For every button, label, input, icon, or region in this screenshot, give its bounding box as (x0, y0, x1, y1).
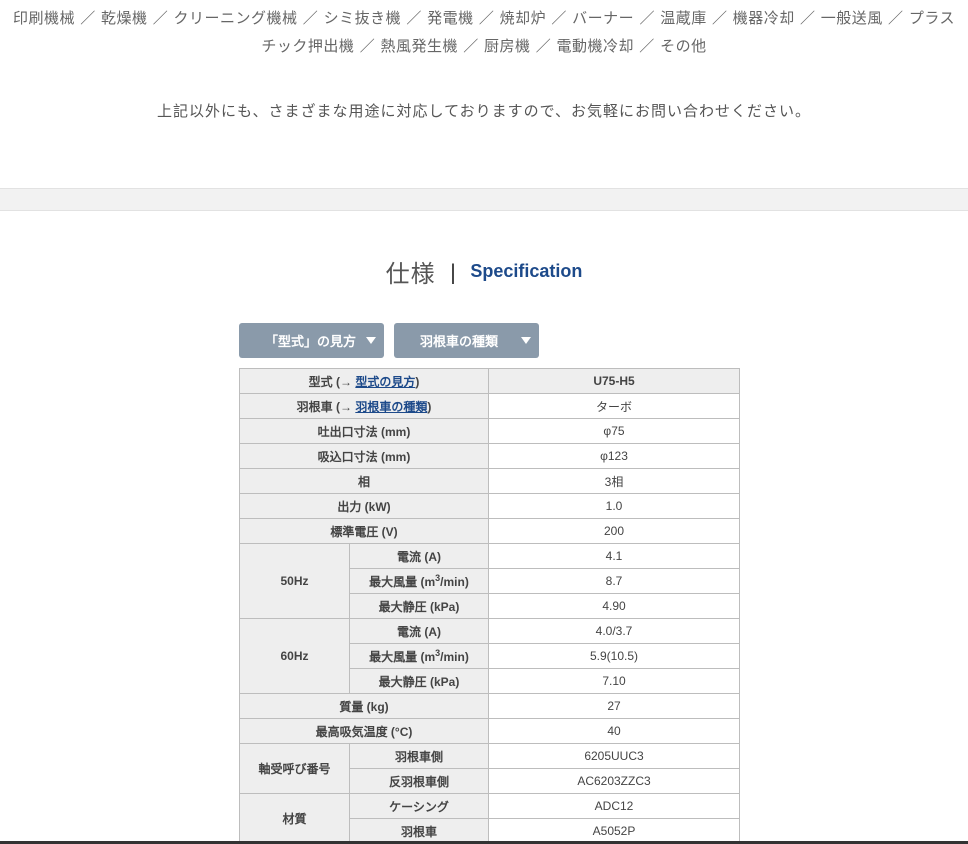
contact-note: 上記以外にも、さまざまな用途に対応しておりますので、お気軽にお問い合わせください… (156, 102, 812, 120)
model-guide-label: 「型式」の見方 (265, 335, 357, 350)
spec-label-impeller: 羽根車 (→ 羽根車の種類) (239, 393, 489, 419)
spec-row-bearing-impeller: 軸受呼び番号 羽根車側 6205UUC3 (239, 743, 740, 794)
spec-row-model: 型式 (→ 型式の見方) U75-H5 (239, 368, 740, 394)
spec-label-bearing-opposite: 反羽根車側 (349, 768, 489, 794)
spec-label-material-impeller: 羽根車 (349, 818, 489, 844)
spec-value-60hz-pressure: 7.10 (488, 668, 740, 694)
spec-row-voltage: 標準電圧 (V) 200 (239, 518, 740, 544)
spec-value-mass: 27 (488, 693, 740, 719)
spec-value-outlet: φ75 (488, 418, 740, 444)
spec-label-model: 型式 (→ 型式の見方) (239, 368, 489, 394)
spec-group-60hz: 60Hz (239, 618, 350, 694)
spec-label-temp: 最高吸気温度 (°C) (239, 718, 489, 744)
dropdown-buttons: 「型式」の見方 羽根車の種類 (239, 323, 539, 358)
spec-value-voltage: 200 (488, 518, 740, 544)
spec-value-output: 1.0 (488, 493, 740, 519)
spec-row-60hz-current: 60Hz 電流 (A) 4.0/3.7 (239, 618, 740, 694)
spec-group-bearing: 軸受呼び番号 (239, 743, 350, 794)
spec-label-bearing-impeller: 羽根車側 (349, 743, 489, 769)
spec-row-output: 出力 (kW) 1.0 (239, 493, 740, 519)
model-guide-link[interactable]: 型式の見方 (355, 375, 415, 389)
spec-label-voltage: 標準電圧 (V) (239, 518, 489, 544)
spec-label-material-casing: ケーシング (349, 793, 489, 819)
spec-value-50hz-airflow: 8.7 (488, 568, 740, 594)
model-guide-dropdown[interactable]: 「型式」の見方 (239, 323, 384, 358)
spec-label-60hz-airflow: 最大風量 (m3/min) (349, 643, 489, 669)
spec-label-mass: 質量 (kg) (239, 693, 489, 719)
spec-label-phase: 相 (239, 468, 489, 494)
spec-row-material-casing: 材質 ケーシング ADC12 (239, 793, 740, 844)
caret-down-icon (521, 337, 531, 344)
spec-label-50hz-airflow: 最大風量 (m3/min) (349, 568, 489, 594)
spec-value-60hz-airflow: 5.9(10.5) (488, 643, 740, 669)
spec-value-50hz-current: 4.1 (488, 543, 740, 569)
spec-row-temp: 最高吸気温度 (°C) 40 (239, 718, 740, 744)
spec-value-phase: 3相 (488, 468, 740, 494)
spec-value-model: U75-H5 (488, 368, 740, 394)
spec-value-bearing-impeller: 6205UUC3 (488, 743, 740, 769)
spec-row-50hz-current: 50Hz 電流 (A) 4.1 (239, 543, 740, 619)
spec-label-outlet: 吐出口寸法 (mm) (239, 418, 489, 444)
spec-value-60hz-current: 4.0/3.7 (488, 618, 740, 644)
spec-value-impeller: ターボ (488, 393, 740, 419)
caret-down-icon (366, 337, 376, 344)
applications-list: 印刷機械 ／ 乾燥機 ／ クリーニング機械 ／ シミ抜き機 ／ 発電機 ／ 焼却… (0, 4, 968, 60)
spec-row-mass: 質量 (kg) 27 (239, 693, 740, 719)
applications-line-2: チック押出機 ／ 熱風発生機 ／ 厨房機 ／ 電動機冷却 ／ その他 (261, 37, 707, 55)
spec-label-inlet: 吸込口寸法 (mm) (239, 443, 489, 469)
spec-row-impeller: 羽根車 (→ 羽根車の種類) ターボ (239, 393, 740, 419)
impeller-types-label: 羽根車の種類 (420, 335, 499, 350)
section-divider (0, 188, 968, 211)
impeller-types-link[interactable]: 羽根車の種類 (355, 400, 427, 414)
heading-ja: 仕様 (385, 260, 436, 288)
spec-label-60hz-pressure: 最大静圧 (kPa) (349, 668, 489, 694)
spec-value-bearing-opposite: AC6203ZZC3 (488, 768, 740, 794)
spec-row-phase: 相 3相 (239, 468, 740, 494)
applications-line-1: 印刷機械 ／ 乾燥機 ／ クリーニング機械 ／ シミ抜き機 ／ 発電機 ／ 焼却… (12, 9, 956, 27)
heading-en: Specification (470, 261, 583, 281)
spec-value-temp: 40 (488, 718, 740, 744)
spec-value-material-impeller: A5052P (488, 818, 740, 844)
section-heading: 仕様 | Specification (0, 254, 968, 289)
spec-group-50hz: 50Hz (239, 543, 350, 619)
spec-label-60hz-current: 電流 (A) (349, 618, 489, 644)
spec-value-inlet: φ123 (488, 443, 740, 469)
spec-table: 型式 (→ 型式の見方) U75-H5 羽根車 (→ 羽根車の種類) ターボ 吐… (239, 368, 740, 844)
spec-label-50hz-current: 電流 (A) (349, 543, 489, 569)
spec-value-material-casing: ADC12 (488, 793, 740, 819)
spec-value-50hz-pressure: 4.90 (488, 593, 740, 619)
spec-row-inlet: 吸込口寸法 (mm) φ123 (239, 443, 740, 469)
spec-label-50hz-pressure: 最大静圧 (kPa) (349, 593, 489, 619)
spec-group-material: 材質 (239, 793, 350, 844)
impeller-types-dropdown[interactable]: 羽根車の種類 (394, 323, 539, 358)
heading-separator: | (449, 259, 457, 284)
spec-row-outlet: 吐出口寸法 (mm) φ75 (239, 418, 740, 444)
spec-label-output: 出力 (kW) (239, 493, 489, 519)
